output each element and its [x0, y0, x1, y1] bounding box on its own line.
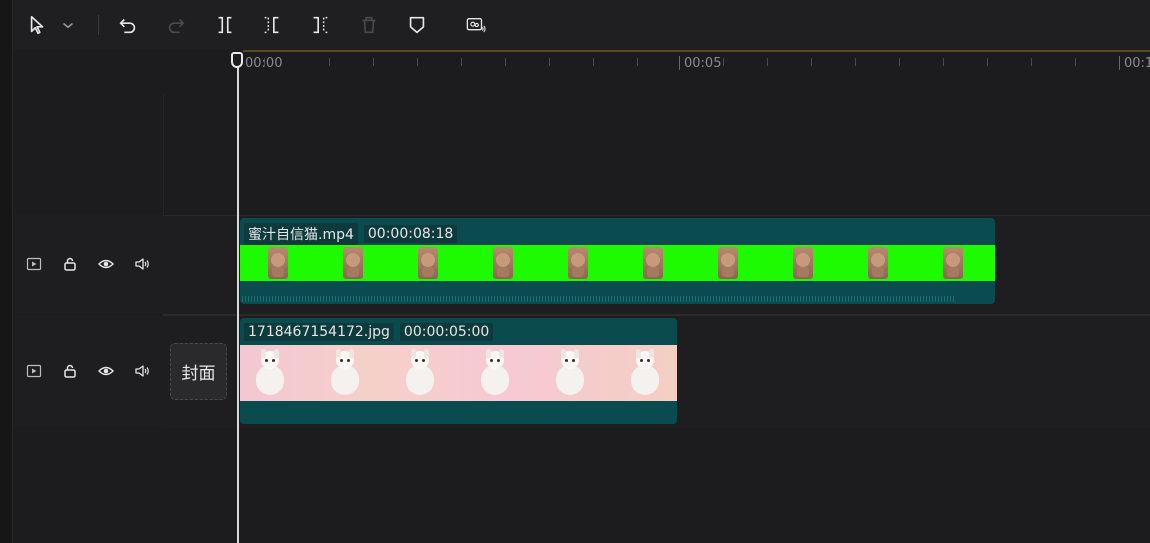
ruler-tick — [505, 58, 506, 66]
clip-filename: 蜜汁自信猫.mp4 — [244, 223, 358, 245]
trim-right-icon[interactable] — [307, 12, 333, 38]
select-arrow-icon[interactable] — [25, 12, 51, 38]
ruler-tick — [899, 58, 900, 66]
toolbar-separator — [98, 15, 99, 35]
ruler-tick — [549, 58, 550, 66]
visibility-eye-icon[interactable] — [97, 362, 115, 380]
cat-thumbnail — [418, 247, 438, 279]
ruler-tick — [767, 58, 768, 66]
audio-speaker-icon[interactable] — [133, 362, 151, 380]
ruler-tick — [855, 58, 856, 66]
empty-track-area — [163, 428, 1150, 543]
ruler-tick — [593, 58, 594, 66]
ruler-tick — [1075, 58, 1076, 66]
video-track-icon[interactable] — [25, 362, 43, 380]
cat-thumbnail — [868, 247, 888, 279]
ruler-tick — [461, 58, 462, 66]
clip-duration: 00:00:08:18 — [363, 225, 458, 243]
ruler-tick — [943, 58, 944, 66]
clip-label: 蜜汁自信猫.mp4 00:00:08:18 — [244, 223, 458, 245]
cat-thumbnail — [268, 247, 288, 279]
cover-button[interactable]: 封面 — [170, 343, 227, 400]
track-header-video-1 — [13, 215, 163, 313]
ruler-range-indicator — [243, 50, 1150, 52]
llama-thumbnail — [325, 349, 363, 399]
ruler-tick — [637, 58, 638, 66]
llama-thumbnail — [400, 349, 438, 399]
cat-thumbnail — [793, 247, 813, 279]
playhead-line[interactable] — [237, 55, 239, 543]
ruler-label: 00:00 — [245, 56, 283, 71]
audio-speaker-icon[interactable] — [133, 255, 151, 273]
ruler-tick — [1031, 58, 1032, 66]
cat-thumbnail — [493, 247, 513, 279]
ruler-tick — [723, 58, 724, 66]
delete-icon[interactable] — [356, 12, 382, 38]
audio-waveform — [242, 296, 955, 302]
ruler-tick-major — [1119, 56, 1120, 70]
cat-thumbnail — [943, 247, 963, 279]
image-clip-llama[interactable]: 1718467154172.jpg 00:00:05:00 — [240, 318, 677, 424]
llama-thumbnail — [250, 349, 288, 399]
clip-duration: 00:00:05:00 — [399, 323, 494, 341]
llama-thumbnail — [625, 349, 663, 399]
video-clip-cat[interactable]: 蜜汁自信猫.mp4 00:00:08:18 — [240, 218, 995, 304]
ruler-label: 00:1 — [1124, 56, 1150, 71]
visibility-eye-icon[interactable] — [97, 255, 115, 273]
marker-icon[interactable] — [404, 12, 430, 38]
cat-thumbnail — [643, 247, 663, 279]
lock-icon[interactable] — [61, 255, 79, 273]
trim-left-icon[interactable] — [259, 12, 285, 38]
clip-thumbnail-strip — [240, 345, 677, 401]
llama-thumbnail — [550, 349, 588, 399]
clip-label: 1718467154172.jpg 00:00:05:00 — [244, 323, 494, 341]
cat-thumbnail — [718, 247, 738, 279]
video-track-icon[interactable] — [25, 255, 43, 273]
ruler-tick — [329, 58, 330, 66]
cat-thumbnail — [568, 247, 588, 279]
ruler-tick-major — [679, 56, 680, 70]
llama-thumbnail — [475, 349, 513, 399]
clip-thumbnail-strip — [240, 245, 995, 281]
screen-record-icon[interactable] — [461, 12, 491, 38]
redo-icon[interactable] — [163, 12, 189, 38]
clip-filename: 1718467154172.jpg — [244, 323, 394, 341]
playhead-handle[interactable] — [231, 52, 243, 68]
lock-icon[interactable] — [61, 362, 79, 380]
split-icon[interactable] — [212, 12, 238, 38]
time-ruler[interactable]: 00:00 00:05 00:1 — [163, 50, 1150, 94]
ruler-tick — [987, 58, 988, 66]
cat-thumbnail — [343, 247, 363, 279]
track-header-video-2 — [13, 315, 163, 427]
ruler-tick — [417, 58, 418, 66]
undo-icon[interactable] — [115, 12, 141, 38]
ruler-label: 00:05 — [684, 56, 722, 71]
ruler-tick — [373, 58, 374, 66]
chevron-down-icon[interactable] — [59, 12, 77, 38]
ruler-tick — [811, 58, 812, 66]
